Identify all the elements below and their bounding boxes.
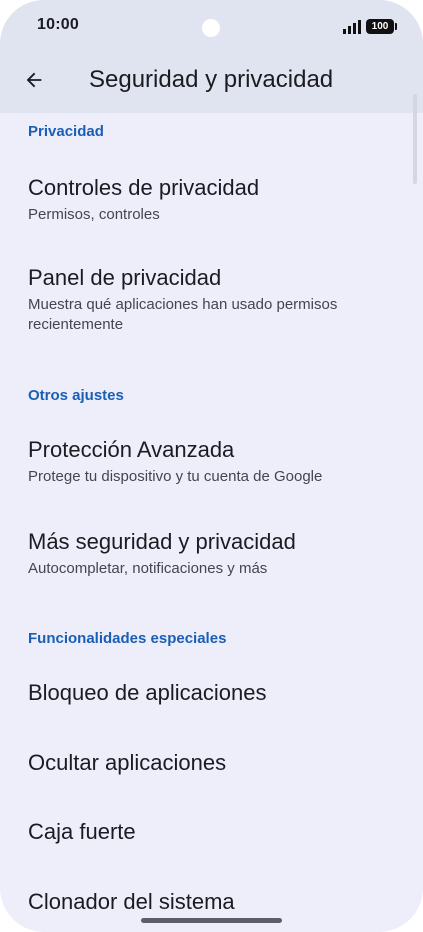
home-indicator[interactable] (141, 918, 282, 923)
camera-cutout (202, 19, 220, 37)
scrollbar[interactable] (413, 94, 417, 184)
signal-icon (343, 20, 361, 34)
section-header-special-features: Funcionalidades especiales (28, 630, 227, 647)
list-item-more-security[interactable]: Más seguridad y privacidad Autocompletar… (0, 519, 410, 589)
page-title: Seguridad y privacidad (89, 66, 334, 93)
list-item-safe-box[interactable]: Caja fuerte (0, 807, 410, 863)
list-item-title: Ocultar aplicaciones (28, 750, 227, 775)
back-button[interactable] (16, 62, 52, 98)
list-item-app-lock[interactable]: Bloqueo de aplicaciones (0, 668, 410, 724)
list-item-title: Bloqueo de aplicaciones (28, 680, 267, 705)
section-header-other-settings: Otros ajustes (28, 387, 124, 404)
list-item-privacy-dashboard[interactable]: Panel de privacidad Muestra qué aplicaci… (0, 255, 410, 345)
list-item-title: Controles de privacidad (28, 175, 260, 200)
settings-list[interactable]: Privacidad Controles de privacidad Permi… (0, 113, 423, 932)
list-item-advanced-protection[interactable]: Protección Avanzada Protege tu dispositi… (0, 427, 410, 497)
list-item-subtitle: Muestra qué aplicaciones han usado permi… (28, 296, 338, 333)
arrow-back-icon (26, 72, 42, 88)
list-item-privacy-controls[interactable]: Controles de privacidad Permisos, contro… (0, 165, 410, 235)
status-time: 10:00 (37, 16, 79, 33)
list-item-subtitle: Permisos, controles (28, 206, 160, 223)
top-app-bar: Seguridad y privacidad (0, 56, 423, 113)
list-item-title: Protección Avanzada (28, 437, 235, 462)
phone-screen: 10:00 100 Seguridad y privacidad Privaci… (0, 0, 423, 932)
section-header-privacy: Privacidad (28, 123, 104, 140)
list-item-title: Clonador del sistema (28, 889, 235, 914)
list-item-subtitle: Protege tu dispositivo y tu cuenta de Go… (28, 468, 323, 485)
status-bar: 10:00 100 (0, 0, 423, 56)
list-item-hide-apps[interactable]: Ocultar aplicaciones (0, 738, 410, 794)
list-item-system-cloner[interactable]: Clonador del sistema (0, 877, 410, 932)
list-item-title: Panel de privacidad (28, 265, 222, 290)
battery-icon: 100 (366, 19, 397, 34)
list-item-title: Más seguridad y privacidad (28, 529, 296, 554)
list-item-title: Caja fuerte (28, 819, 136, 844)
list-item-subtitle: Autocompletar, notificaciones y más (28, 560, 268, 577)
